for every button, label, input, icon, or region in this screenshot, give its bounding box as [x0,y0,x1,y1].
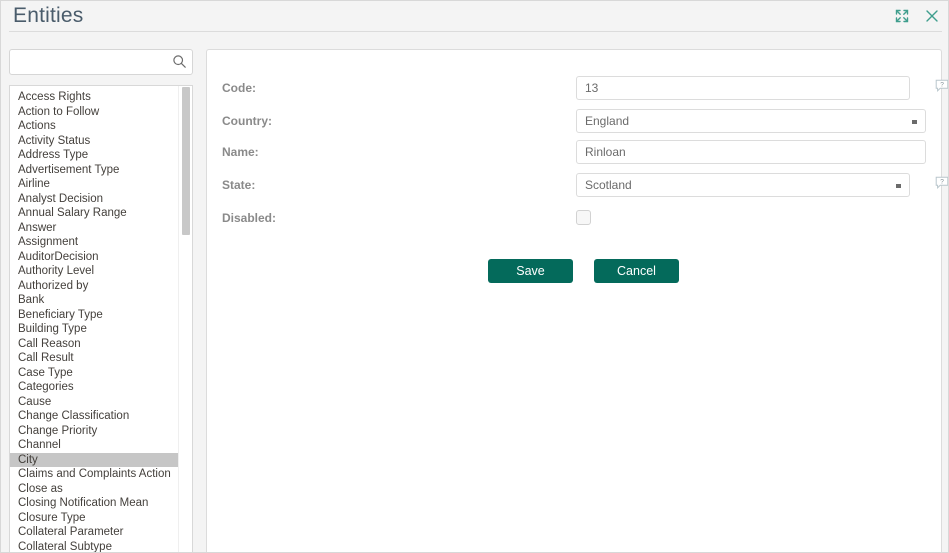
list-item[interactable]: Claims and Complaints Action [10,467,180,482]
list-item[interactable]: Closure Type [10,511,180,526]
list-item[interactable]: Change Classification [10,409,180,424]
svg-text:?: ? [940,81,944,88]
form-row-name: Name: [207,140,943,164]
list-item[interactable]: Authorized by [10,279,180,294]
expand-icon[interactable] [894,8,910,24]
field-wrap-state: Scotland [576,173,910,197]
list-item[interactable]: Channel [10,438,180,453]
code-input[interactable] [576,76,910,100]
label-code: Code: [222,81,256,95]
form-row-state: State: Scotland ? [207,173,948,197]
list-item[interactable]: City [10,452,179,467]
entity-list-panel: Access Rights Action to Follow Actions Acti… [9,49,193,553]
list-item[interactable]: Answer [10,221,180,236]
country-select-value: England [585,114,630,128]
field-wrap-code [576,76,910,100]
list-item[interactable]: Activity Status [10,134,180,149]
list-item[interactable]: Call Result [10,351,180,366]
list-item[interactable]: Closing Notification Mean [10,496,180,511]
svg-text:?: ? [940,178,944,185]
list-item[interactable]: Close as [10,482,180,497]
chevron-down-icon-state [896,184,901,188]
window-controls [894,1,940,31]
form-row-country: Country: England [207,109,943,133]
form-row-code: Code: ? [207,76,948,100]
list-item[interactable]: Airline [10,177,180,192]
list-item[interactable]: Annual Salary Range [10,206,180,221]
search-input[interactable] [9,49,193,75]
list-item[interactable]: Analyst Decision [10,192,180,207]
list-item[interactable]: Cause [10,395,180,410]
header-divider [9,31,942,32]
state-select[interactable]: Scotland [576,173,910,197]
list-item[interactable]: Categories [10,380,180,395]
label-disabled: Disabled: [222,211,277,225]
form-actions: Save Cancel [207,259,943,283]
list-scrollbar-thumb[interactable] [182,87,190,235]
list-item[interactable]: Case Type [10,366,180,381]
list-item[interactable]: Action to Follow [10,105,180,120]
list-item[interactable]: Call Reason [10,337,180,352]
entity-list-items: Access Rights Action to Follow Actions Acti… [10,86,180,553]
label-country: Country: [222,114,272,128]
form-row-disabled: Disabled: [207,206,943,230]
disabled-checkbox[interactable] [576,210,591,225]
field-wrap-country: England [576,109,926,133]
cancel-button[interactable]: Cancel [594,259,679,283]
label-state: State: [222,178,256,192]
entity-form-panel: Code: ? Country: England Na [206,49,948,552]
help-bubble-icon-state[interactable]: ? [935,176,948,190]
page-title: Entities [13,4,84,27]
name-input[interactable] [576,140,926,164]
save-button[interactable]: Save [488,259,573,283]
entities-dialog: Entities Access Rights Action to Follow … [0,0,949,553]
list-item[interactable]: Beneficiary Type [10,308,180,323]
window-titlebar: Entities [1,1,948,31]
list-item[interactable]: Address Type [10,148,180,163]
chevron-down-icon-country [912,120,917,124]
search-container [9,49,193,75]
state-select-value: Scotland [585,178,632,192]
list-item[interactable]: Actions [10,119,180,134]
country-select[interactable]: England [576,109,926,133]
list-item[interactable]: AuditorDecision [10,250,180,265]
list-item[interactable]: Building Type [10,322,180,337]
help-bubble-icon-code[interactable]: ? [935,79,948,93]
close-icon[interactable] [924,8,940,24]
label-name: Name: [222,145,259,159]
list-item[interactable]: Change Priority [10,424,180,439]
list-scrollbar[interactable] [178,86,192,552]
entity-list[interactable]: Access Rights Action to Follow Actions Acti… [9,85,193,553]
list-item[interactable]: Bank [10,293,180,308]
list-item[interactable]: Assignment [10,235,180,250]
field-wrap-name [576,140,926,164]
list-item[interactable]: Collateral Parameter [10,525,180,540]
list-item[interactable]: Authority Level [10,264,180,279]
list-item[interactable]: Access Rights [10,90,180,105]
list-item[interactable]: Collateral Subtype [10,540,180,553]
search-icon[interactable] [172,54,187,69]
list-item[interactable]: Advertisement Type [10,163,180,178]
